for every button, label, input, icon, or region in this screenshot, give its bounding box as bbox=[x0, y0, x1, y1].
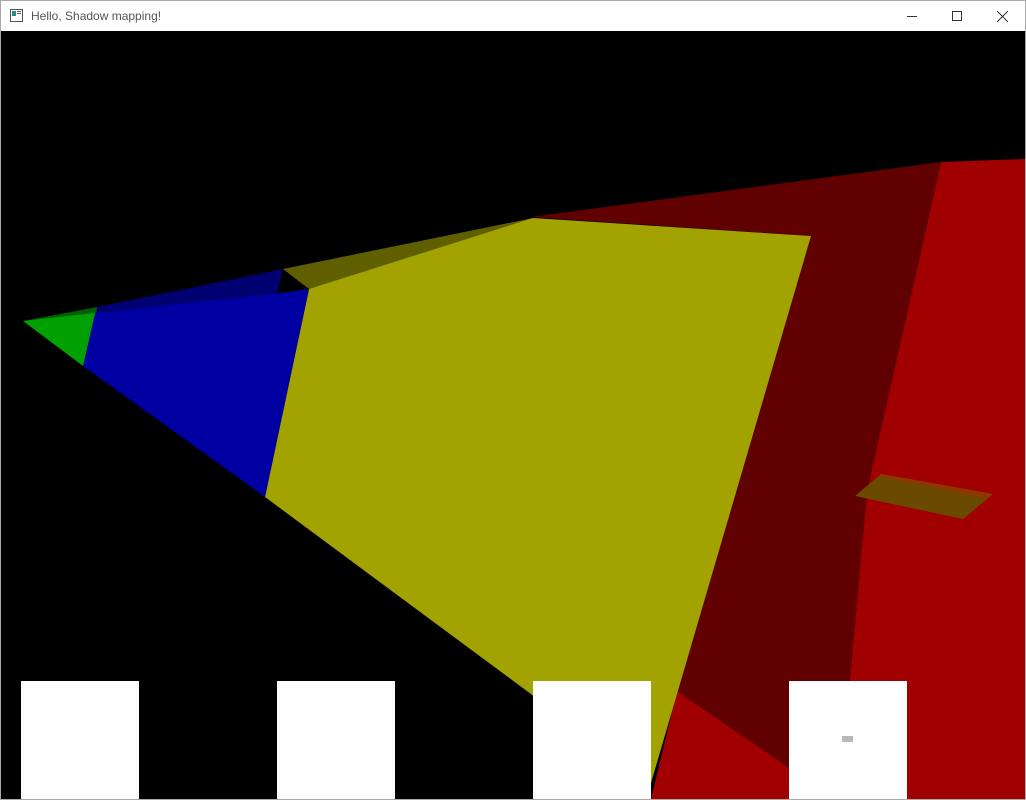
shadow-map-depth-mark bbox=[842, 736, 853, 742]
close-button[interactable] bbox=[979, 1, 1025, 31]
app-window-icon bbox=[10, 9, 23, 22]
maximize-icon bbox=[952, 11, 962, 21]
shadow-map-preview-4 bbox=[789, 681, 907, 799]
title-bar[interactable]: Hello, Shadow mapping! bbox=[1, 1, 1025, 31]
close-icon bbox=[996, 10, 1008, 22]
shadow-map-preview-2 bbox=[277, 681, 395, 799]
maximize-button[interactable] bbox=[934, 1, 980, 31]
shadow-map-preview-1 bbox=[21, 681, 139, 799]
minimize-button[interactable] bbox=[889, 1, 935, 31]
minimize-icon bbox=[907, 11, 917, 21]
window-title: Hello, Shadow mapping! bbox=[31, 9, 162, 23]
app-window: Hello, Shadow mapping! bbox=[0, 0, 1026, 800]
green-cascade bbox=[23, 313, 95, 366]
shadow-map-preview-3 bbox=[533, 681, 651, 799]
render-viewport[interactable] bbox=[1, 31, 1025, 799]
